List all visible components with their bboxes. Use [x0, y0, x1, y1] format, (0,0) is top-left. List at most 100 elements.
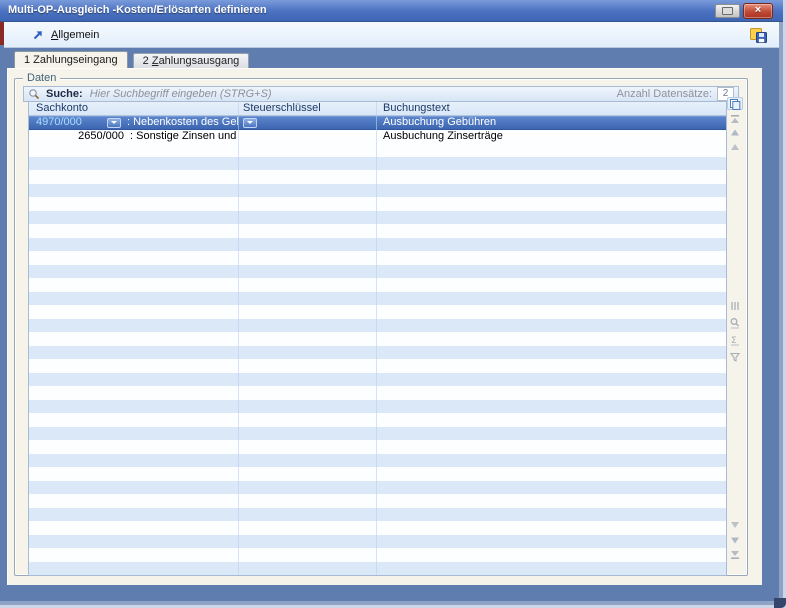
arrow-up-icon[interactable]: [727, 140, 743, 153]
table-row-empty[interactable]: [29, 400, 726, 414]
search-input[interactable]: Suche: Hier Suchbegriff eingeben (STRG+S…: [23, 86, 739, 102]
tab-zahlungsausgang[interactable]: 2 Zahlungsausgang: [133, 53, 250, 68]
record-count-label: Anzahl Datensätze:: [617, 88, 712, 100]
cell-sachkonto: [29, 278, 239, 292]
table-row-empty[interactable]: [29, 386, 726, 400]
cell-buchungstext: [377, 305, 726, 319]
table-row-empty[interactable]: [29, 562, 726, 576]
table-row-empty[interactable]: [29, 143, 726, 157]
table-row-empty[interactable]: [29, 481, 726, 495]
konto-description: : Nebenkosten des Geldv: [127, 116, 239, 130]
table-row-empty[interactable]: [29, 548, 726, 562]
cell-sachkonto: [29, 521, 239, 535]
table-row-empty[interactable]: [29, 427, 726, 441]
window-border[interactable]: [0, 601, 783, 605]
column-width-icon[interactable]: [727, 299, 743, 312]
cell-sachkonto: 2650/000: Sonstige Zinsen und ä: [29, 130, 239, 144]
cell-sachkonto: [29, 292, 239, 306]
main-toolbar: Allgemein: [4, 22, 782, 48]
table-row-empty[interactable]: [29, 413, 726, 427]
resize-grip[interactable]: [774, 598, 786, 608]
table-row-empty[interactable]: [29, 494, 726, 508]
save-button[interactable]: [749, 26, 768, 44]
search-grid-icon[interactable]: [727, 316, 743, 329]
table-row-empty[interactable]: [29, 373, 726, 387]
dropdown-button[interactable]: [107, 118, 121, 128]
table-row-empty[interactable]: [29, 359, 726, 373]
cell-steuerschluessel: [239, 143, 377, 157]
cell-buchungstext: [377, 400, 726, 414]
arrow-down-icon[interactable]: [727, 518, 743, 531]
table-row-empty[interactable]: [29, 197, 726, 211]
table-row[interactable]: 2650/000: Sonstige Zinsen und ä Ausbuchun…: [29, 130, 726, 144]
move-down-icon[interactable]: [727, 533, 743, 546]
table-row-empty[interactable]: [29, 157, 726, 171]
cell-steuerschluessel: [239, 548, 377, 562]
konto-value: 4970/000: [36, 116, 107, 130]
menu-item-allgemein[interactable]: Allgemein: [32, 22, 99, 48]
cell-sachkonto: [29, 332, 239, 346]
sum-icon[interactable]: Σ: [727, 333, 743, 346]
scroll-top-icon[interactable]: [727, 112, 743, 125]
cell-steuerschluessel: [239, 373, 377, 387]
buchungstext-value: Ausbuchung Zinserträge: [383, 130, 503, 142]
cell-sachkonto: [29, 535, 239, 549]
table-row-empty[interactable]: [29, 265, 726, 279]
cell-steuerschluessel: [239, 535, 377, 549]
cell-steuerschluessel: [239, 130, 377, 144]
table-row-empty[interactable]: [29, 278, 726, 292]
table-row-empty[interactable]: [29, 170, 726, 184]
move-up-icon[interactable]: [727, 126, 743, 139]
table-row[interactable]: 4970/000: Nebenkosten des GeldvAusbuchun…: [29, 116, 726, 130]
cell-buchungstext: [377, 184, 726, 198]
table-row-empty[interactable]: [29, 521, 726, 535]
column-header-buchungstext[interactable]: Buchungstext: [377, 102, 726, 115]
table-row-empty[interactable]: [29, 454, 726, 468]
table-row-empty[interactable]: [29, 305, 726, 319]
cell-sachkonto: [29, 157, 239, 171]
table-row-empty[interactable]: [29, 238, 726, 252]
table-row-empty[interactable]: [29, 251, 726, 265]
cell-sachkonto: [29, 413, 239, 427]
cell-sachkonto: [29, 170, 239, 184]
table-row-empty[interactable]: [29, 467, 726, 481]
cell-steuerschluessel: [239, 508, 377, 522]
cell-steuerschluessel: [239, 305, 377, 319]
column-header-steuerschluessel[interactable]: Steuerschlüssel: [239, 102, 377, 115]
table-row-empty[interactable]: [29, 332, 726, 346]
cell-steuerschluessel: [239, 359, 377, 373]
cell-steuerschluessel: [239, 292, 377, 306]
filter-icon[interactable]: [727, 350, 743, 363]
cell-sachkonto: [29, 440, 239, 454]
cell-steuerschluessel: [239, 413, 377, 427]
table-row-empty[interactable]: [29, 184, 726, 198]
dropdown-button[interactable]: [243, 118, 257, 128]
table-row-empty[interactable]: [29, 535, 726, 549]
cell-steuerschluessel: [239, 562, 377, 576]
restore-button[interactable]: [715, 4, 740, 18]
title-bar[interactable]: Multi-OP-Ausgleich -Kosten/Erlösarten de…: [0, 0, 786, 22]
cell-buchungstext: [377, 265, 726, 279]
table-row-empty[interactable]: [29, 292, 726, 306]
cell-buchungstext: [377, 211, 726, 225]
cell-sachkonto: [29, 508, 239, 522]
cell-buchungstext: [377, 562, 726, 576]
cell-steuerschluessel: [239, 481, 377, 495]
scroll-bottom-icon[interactable]: [727, 548, 743, 561]
window-border[interactable]: [779, 22, 783, 605]
tab-zahlungseingang[interactable]: 1 Zahlungseingang: [14, 51, 128, 68]
close-button[interactable]: ×: [743, 3, 773, 19]
copy-icon[interactable]: [727, 97, 743, 110]
table-row-empty[interactable]: [29, 319, 726, 333]
cell-buchungstext: [377, 521, 726, 535]
table-row-empty[interactable]: [29, 346, 726, 360]
cell-steuerschluessel: [239, 170, 377, 184]
table-row-empty[interactable]: [29, 224, 726, 238]
column-header-sachkonto[interactable]: Sachkonto: [29, 102, 239, 115]
cell-steuerschluessel: [239, 454, 377, 468]
cell-buchungstext: [377, 346, 726, 360]
table-row-empty[interactable]: [29, 440, 726, 454]
table-row-empty[interactable]: [29, 508, 726, 522]
cell-sachkonto: [29, 265, 239, 279]
table-row-empty[interactable]: [29, 211, 726, 225]
